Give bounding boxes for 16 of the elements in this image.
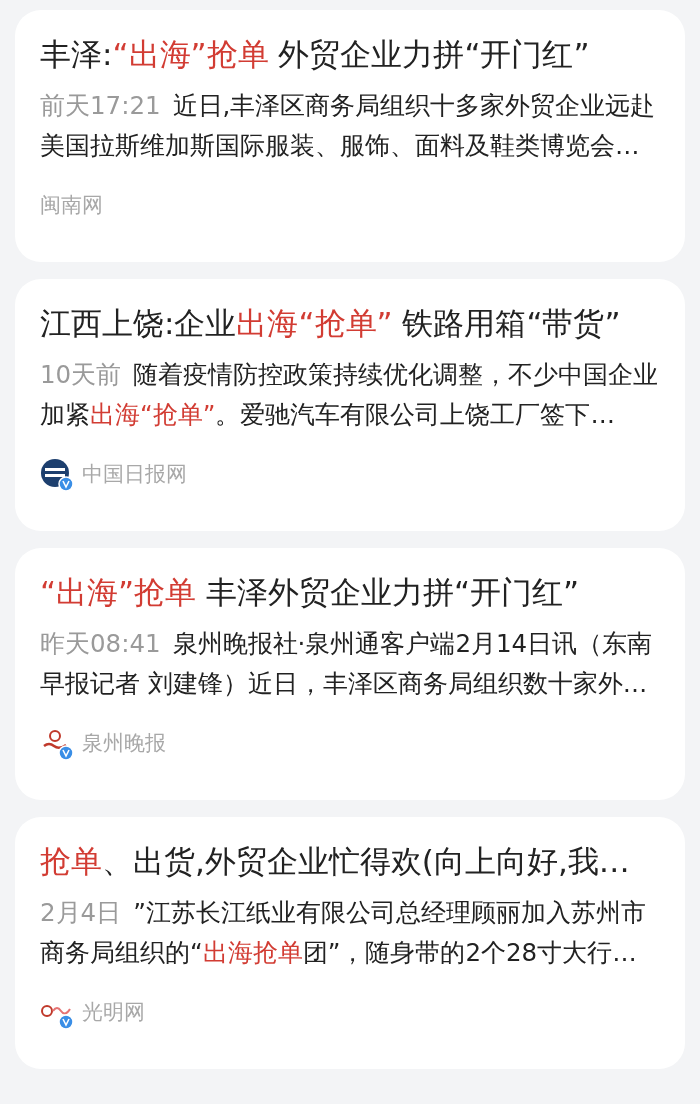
- summary-text: 2月4日 ”江苏长江纸业有限公司总经理顾丽加入苏州市商务局组织的“出海抢单团”，随身带的2个28寸大行…: [40, 897, 647, 969]
- summary-text: 昨天08:41 泉州晚报社·泉州通客户端2月14日讯（东南早报记者 刘建锋）近日，丰泽区商务局组织数十家外…: [40, 628, 654, 700]
- news-card[interactable]: 丰泽:“出海”抢单 外贸企业力拼“开门红” 前天17:21 近日,丰泽区商务局组织十多家外贸企业远赴美国拉斯维加斯国际服装、服饰、面料及鞋类博览会… 闽南网: [15, 10, 685, 262]
- source-name: 泉州晚报: [82, 730, 166, 758]
- source-name: 闽南网: [40, 192, 103, 220]
- article-title: 抢单、出货,外贸企业忙得欢(向上向好,我…: [40, 842, 631, 881]
- news-card[interactable]: 江西上饶:企业出海“抢单” 铁路用箱“带货” 10天前 随着疫情防控政策持续优化调整，不少中国企业加紧出海“抢单”。爱驰汽车有限公司上饶工厂签下… 中国日报网: [15, 279, 685, 531]
- news-card[interactable]: “出海”抢单 丰泽外贸企业力拼“开门红” 昨天08:41 泉州晚报社·泉州通客户端2月14日讯（东南早报记者 刘建锋）近日，丰泽区商务局组织数十家外… 泉州晚报: [15, 548, 685, 800]
- source-name: 中国日报网: [82, 461, 187, 489]
- article-title: 丰泽:“出海”抢单 外贸企业力拼“开门红”: [40, 35, 591, 74]
- summary-text: 10天前 随着疫情防控政策持续优化调整，不少中国企业加紧出海“抢单”。爱驰汽车有限公司上饶工厂签下…: [40, 359, 660, 431]
- news-card[interactable]: 抢单、出货,外贸企业忙得欢(向上向好,我… 2月4日 ”江苏长江纸业有限公司总经理顾丽加入苏州市商务局组织的“出海抢单团”，随身带的2个28寸大行… 光明网: [15, 817, 685, 1069]
- article-title: “出海”抢单 丰泽外贸企业力拼“开门红”: [40, 573, 581, 612]
- source-name: 光明网: [82, 999, 145, 1027]
- summary-text: 前天17:21 近日,丰泽区商务局组织十多家外贸企业远赴美国拉斯维加斯国际服装、服饰、面料及鞋类博览会…: [40, 90, 657, 162]
- article-title: 江西上饶:企业出海“抢单” 铁路用箱“带货”: [40, 304, 622, 343]
